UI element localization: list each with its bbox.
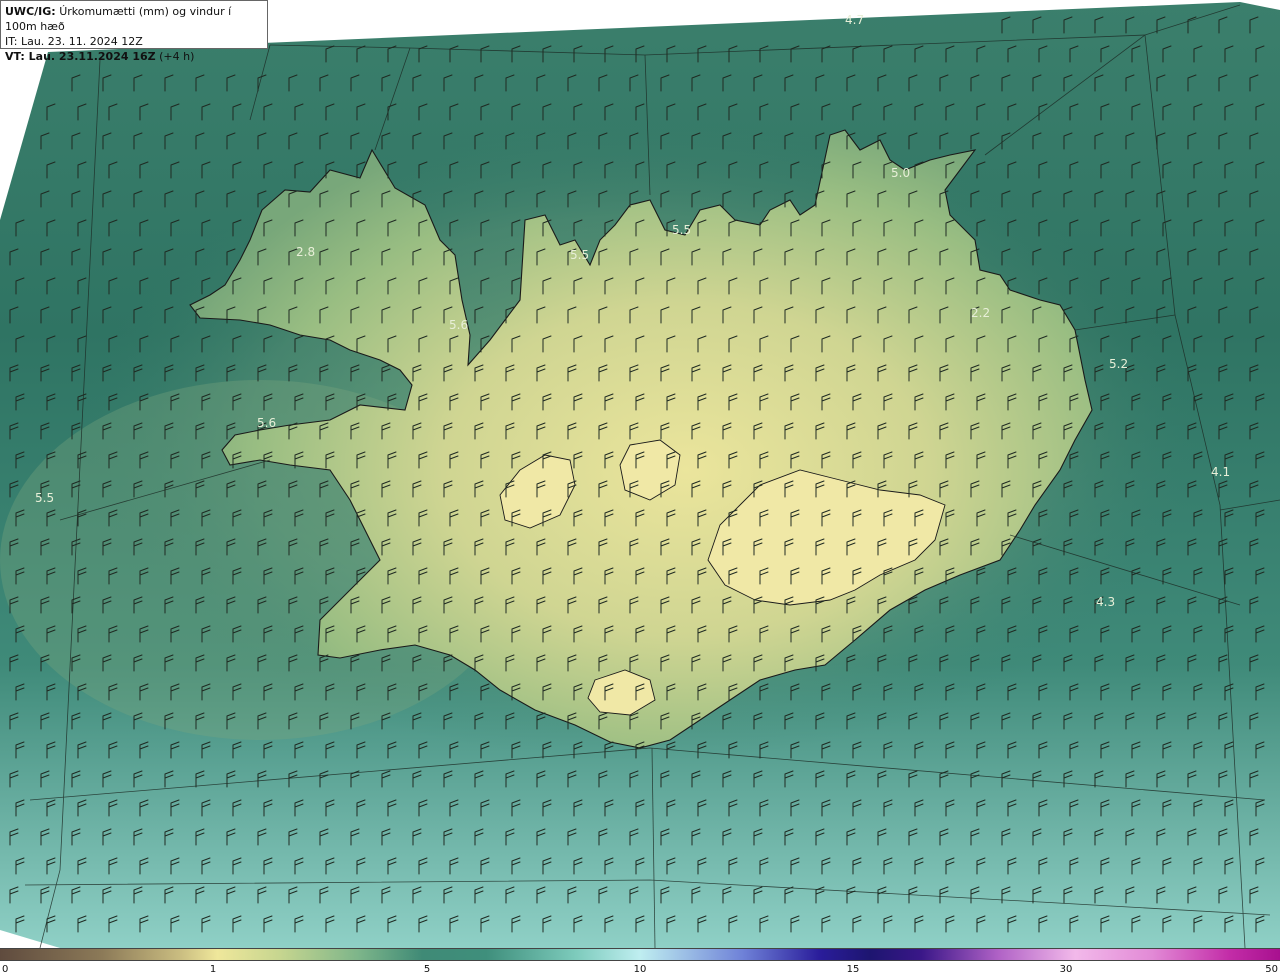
value-label: 5.2 <box>1109 357 1128 371</box>
init-time: IT: Lau. 23. 11. 2024 12Z <box>5 35 143 48</box>
value-label: 5.5 <box>35 491 54 505</box>
valid-prefix: VT: <box>5 50 29 63</box>
colorbar-tick: 5 <box>423 964 431 975</box>
valid-time: Lau. 23.11.2024 16Z <box>28 50 156 63</box>
colorbar-tick: 0 <box>2 964 9 975</box>
colorbar-tick: 30 <box>1059 964 1073 975</box>
map-header: UWC/IG: Úrkomumætti (mm) og vindur í 100… <box>0 0 268 63</box>
colorbar-tick: 10 <box>633 964 647 975</box>
colorbar-tick: 15 <box>846 964 860 975</box>
value-label: 2.2 <box>971 306 990 320</box>
value-label: 5.6 <box>449 318 468 332</box>
value-label: 5.6 <box>257 416 276 430</box>
value-label: 4.3 <box>1096 595 1115 609</box>
colorbar-strip <box>0 948 1280 961</box>
model-name: UWC/IG: <box>5 5 56 18</box>
valid-time-line: VT: Lau. 23.11.2024 16Z (+4 h) <box>5 49 263 64</box>
lead-time: (+4 h) <box>159 50 195 63</box>
colorbar: 0 1 5 10 15 30 50 <box>0 948 1280 978</box>
colorbar-tick: 1 <box>209 964 217 975</box>
value-label: 5.0 <box>891 166 910 180</box>
value-label: 4.1 <box>1211 465 1230 479</box>
colorbar-tick: 50 <box>1265 964 1278 975</box>
value-label: 2.8 <box>296 245 315 259</box>
value-label: 4.7 <box>845 13 864 27</box>
value-label: 5.5 <box>570 248 589 262</box>
value-label: 5.5 <box>672 223 691 237</box>
precipitation-wind-map: 4.7 5.0 5.5 5.5 5.6 2.8 2.2 5.2 5.6 5.5 … <box>0 0 1280 948</box>
header-title-line: UWC/IG: Úrkomumætti (mm) og vindur í 100… <box>5 4 263 34</box>
